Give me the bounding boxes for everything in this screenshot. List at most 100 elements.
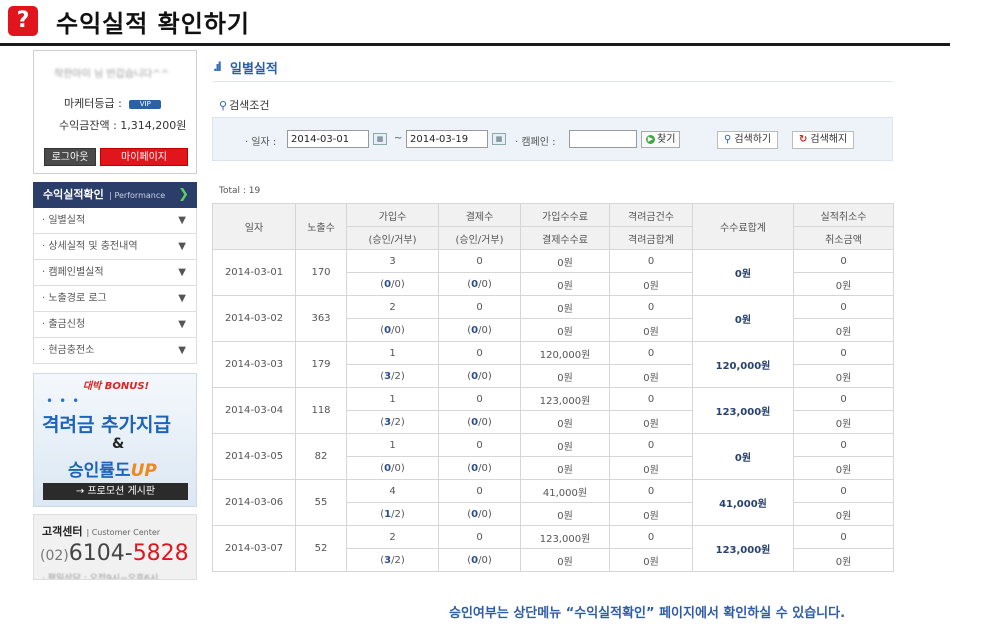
cell-cancel: 0 xyxy=(793,433,894,457)
pay-rejected: /0) xyxy=(478,508,492,520)
cell-pay: 0 xyxy=(438,295,521,319)
cell-pay-fee: 0원 xyxy=(520,272,610,296)
promotion-board-button[interactable]: → 프로모션 게시판 xyxy=(43,483,188,500)
reset-button-label: 검색해지 xyxy=(810,134,848,145)
cell-join: 2 xyxy=(346,295,439,319)
page-header: ? 수익실적 확인하기 xyxy=(0,0,950,46)
cell-cancel: 0 xyxy=(793,479,894,503)
cell-exposure: 52 xyxy=(295,525,347,572)
bar-chart-icon: .ıl xyxy=(213,60,222,74)
cell-date: 2014-03-05 xyxy=(212,433,296,480)
sidebar-item-detail[interactable]: · 상세실적 및 충전내역 ▼ xyxy=(33,234,197,260)
date-from-input[interactable] xyxy=(287,130,369,148)
campaign-input[interactable] xyxy=(569,130,637,148)
phone-main: 6104- xyxy=(68,541,133,566)
pay-rejected: /0) xyxy=(478,554,492,566)
menu-header[interactable]: 수익실적확인 | Performance ❯ xyxy=(33,182,197,208)
promo-banner[interactable]: 대박 BONUS! ••• 격려금 추가지급 & 승인률도UP → 프로모션 게… xyxy=(33,373,197,507)
search-button-label: 검색하기 xyxy=(734,134,772,145)
cell-cancel-amount: 0원 xyxy=(793,318,894,342)
search-box: · 일자 : ▦ ~ ▦ · 캠페인 : ▶찾기 ⚲검색하기 ↻검색해지 xyxy=(212,117,893,161)
col-join-sub: (승인/거부) xyxy=(346,226,439,250)
search-icon: ⚲ xyxy=(724,134,732,145)
find-button[interactable]: ▶ 찾기 xyxy=(641,131,681,148)
cell-pay-approve: (0/0) xyxy=(438,318,521,342)
mypage-button[interactable]: 마이페이지 xyxy=(100,148,188,166)
search-button[interactable]: ⚲ 검색하기 xyxy=(717,131,779,149)
cell-fee-total: 120,000원 xyxy=(692,341,794,388)
cell-pay-fee: 0원 xyxy=(520,548,610,572)
date-to-input[interactable] xyxy=(406,130,488,148)
cell-pay-fee: 0원 xyxy=(520,502,610,526)
cell-join-approve: (3/2) xyxy=(346,410,439,434)
cell-join-approve: (3/2) xyxy=(346,364,439,388)
cell-pay: 0 xyxy=(438,249,521,273)
cell-cancel: 0 xyxy=(793,525,894,549)
sidebar-item-daily[interactable]: · 일별실적 ▼ xyxy=(33,208,197,234)
arrow-right-icon: ▶ xyxy=(646,134,655,144)
phone-prefix: (02) xyxy=(40,548,69,564)
join-rejected: /0) xyxy=(391,278,405,290)
col-join-fee: 가입수수료 xyxy=(520,203,610,227)
cell-join-approve: (0/0) xyxy=(346,456,439,480)
cell-bonus-total: 0원 xyxy=(609,318,693,342)
cell-fee-total: 0원 xyxy=(692,249,794,296)
banner-line1: 격려금 추가지급 xyxy=(42,414,171,436)
col-pay-fee: 결제수수료 xyxy=(520,226,610,250)
cell-exposure: 118 xyxy=(295,387,347,434)
calendar-icon[interactable]: ▦ xyxy=(373,133,387,145)
cell-bonus-count: 0 xyxy=(609,387,693,411)
cell-exposure: 179 xyxy=(295,341,347,388)
cell-exposure: 170 xyxy=(295,249,347,296)
cell-bonus-total: 0원 xyxy=(609,548,693,572)
pay-rejected: /0) xyxy=(478,416,492,428)
cell-pay: 0 xyxy=(438,525,521,549)
cell-join: 1 xyxy=(346,387,439,411)
join-rejected: /2) xyxy=(391,508,405,520)
logout-button[interactable]: 로그아웃 xyxy=(44,148,96,166)
banner-line2: 승인률도UP xyxy=(68,456,157,481)
cell-exposure: 55 xyxy=(295,479,347,526)
menu-item-label: · 노출경로 로그 xyxy=(42,293,107,304)
reset-button[interactable]: ↻ 검색해지 xyxy=(792,131,855,149)
cell-fee-total: 0원 xyxy=(692,295,794,342)
menu-item-label: · 일별실적 xyxy=(42,215,86,226)
cs-title: 고객센터 xyxy=(42,525,83,538)
menu-item-label: · 캠페인별실적 xyxy=(42,267,104,278)
cell-pay: 0 xyxy=(438,433,521,457)
sidebar-menu: · 일별실적 ▼ · 상세실적 및 충전내역 ▼ · 캠페인별실적 ▼ · 노출경로 … xyxy=(33,208,197,364)
cell-join: 1 xyxy=(346,341,439,365)
banner-up-text: UP xyxy=(130,461,157,481)
cell-pay-approve: (0/0) xyxy=(438,364,521,388)
cell-join-fee: 0원 xyxy=(520,249,610,273)
sidebar-item-cash-charge[interactable]: · 현금충전소 ▼ xyxy=(33,338,197,364)
section-header: .ıl 일별실적 xyxy=(213,56,893,82)
col-join: 가입수 xyxy=(346,203,439,227)
total-count: Total : 19 xyxy=(219,186,261,196)
date-label: · 일자 : xyxy=(245,137,277,148)
cell-cancel-amount: 0원 xyxy=(793,364,894,388)
cell-cancel-amount: 0원 xyxy=(793,456,894,480)
sidebar-item-exposure-log[interactable]: · 노출경로 로그 ▼ xyxy=(33,286,197,312)
col-bonus-count: 격려금건수 xyxy=(609,203,693,227)
triangle-down-icon: ▼ xyxy=(178,345,186,356)
cell-pay: 0 xyxy=(438,341,521,365)
cell-join-approve: (3/2) xyxy=(346,548,439,572)
cell-cancel: 0 xyxy=(793,295,894,319)
cell-bonus-total: 0원 xyxy=(609,410,693,434)
banner-line2-text: 승인률도 xyxy=(68,461,131,481)
cell-bonus-total: 0원 xyxy=(609,272,693,296)
sidebar-item-campaign[interactable]: · 캠페인별실적 ▼ xyxy=(33,260,197,286)
sidebar-item-withdraw[interactable]: · 출금신청 ▼ xyxy=(33,312,197,338)
daily-performance-table: 일자 노출수 가입수 결제수 가입수수료 격려금건수 수수료합계 실적취소수 (… xyxy=(212,203,894,572)
customer-center-title: 고객센터 | Customer Center xyxy=(42,523,160,539)
banner-top-text: 대박 BONUS! xyxy=(82,381,150,392)
cell-pay-approve: (0/0) xyxy=(438,272,521,296)
cell-pay-fee: 0원 xyxy=(520,318,610,342)
cell-join-approve: (1/2) xyxy=(346,502,439,526)
calendar-icon[interactable]: ▦ xyxy=(492,133,506,145)
table-header-row: 일자 노출수 가입수 결제수 가입수수료 격려금건수 수수료합계 실적취소수 xyxy=(212,203,894,250)
cell-join-fee: 0원 xyxy=(520,295,610,319)
cell-fee-total: 123,000원 xyxy=(692,387,794,434)
cell-date: 2014-03-03 xyxy=(212,341,296,388)
